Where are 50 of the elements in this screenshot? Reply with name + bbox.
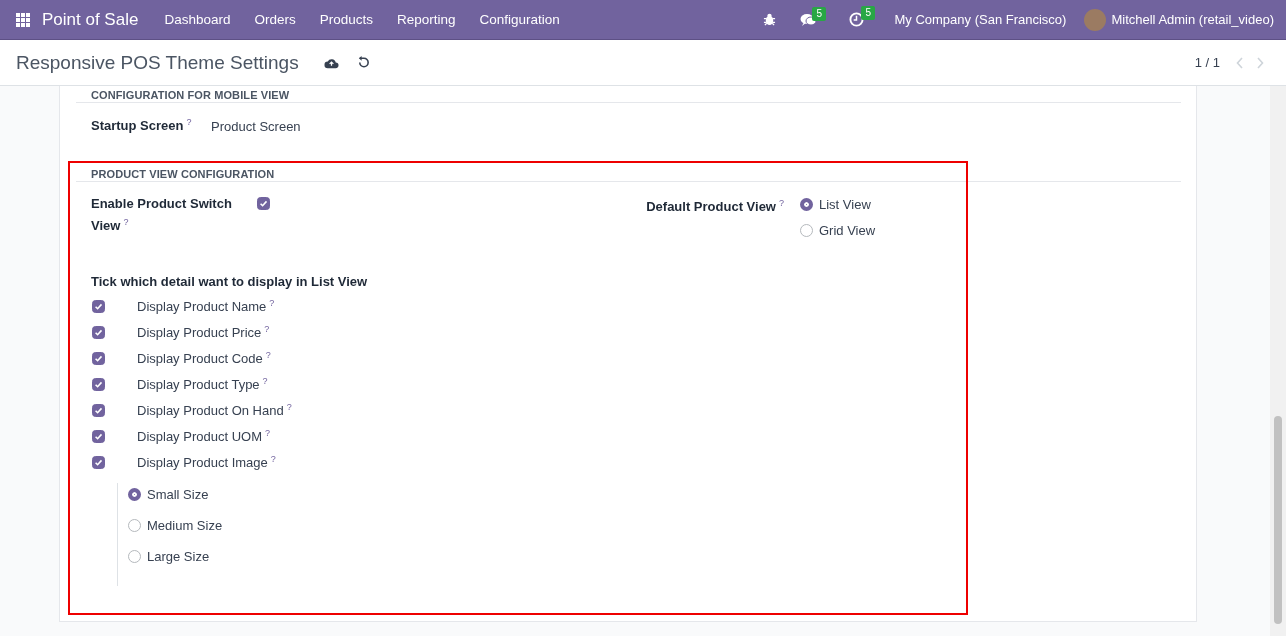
menu-item[interactable]: Orders	[242, 12, 308, 27]
checkbox[interactable]	[92, 455, 105, 469]
bug-icon[interactable]	[763, 13, 777, 26]
user-menu[interactable]: Mitchell Admin (retail_video)	[1111, 12, 1274, 27]
list-view-heading: Tick which detail want to display in List View	[91, 274, 368, 289]
radio-label[interactable]: List View	[819, 197, 871, 212]
undo-icon[interactable]	[356, 56, 370, 69]
checkbox-label[interactable]: Display Product Image $^{?}$	[137, 453, 276, 471]
checkbox[interactable]	[92, 351, 105, 365]
menu-item[interactable]: Reporting	[385, 12, 468, 27]
field-label: Default Product View $^{?}$	[645, 197, 785, 217]
checkbox-label[interactable]: Display Product Code $^{?}$	[137, 349, 271, 367]
apps-menu-icon[interactable]	[16, 12, 30, 27]
radio-label[interactable]: Small Size	[147, 487, 209, 502]
page-title: Responsive POS Theme Settings	[16, 51, 299, 74]
field-label: Enable Product Switch View $^{?}$	[91, 195, 233, 236]
menu-item[interactable]: Dashboard	[152, 12, 243, 27]
checkbox[interactable]	[92, 429, 105, 443]
section-heading: CONFIGURATION FOR MOBILE VIEW	[76, 86, 1181, 103]
radio-button[interactable]	[800, 224, 813, 237]
checkbox-label[interactable]: Display Product On Hand $^{?}$	[137, 401, 292, 419]
checkbox-label[interactable]: Display Product Price $^{?}$	[137, 323, 270, 341]
section-heading: PRODUCT VIEW CONFIGURATION	[76, 165, 1181, 182]
checkbox-label[interactable]: Display Product UOM $^{?}$	[137, 427, 270, 445]
clock-icon[interactable]	[849, 12, 865, 27]
radio-label[interactable]: Grid View	[819, 223, 876, 238]
checkbox[interactable]	[92, 299, 105, 313]
radio-button[interactable]	[800, 198, 813, 211]
radio-label[interactable]: Medium Size	[147, 518, 223, 533]
radio-button[interactable]	[128, 519, 141, 532]
field-label: Startup Screen $^{?}$	[91, 117, 193, 136]
checkbox-label[interactable]: Display Product Name $^{?}$	[137, 297, 275, 315]
radio-label[interactable]: Large Size	[147, 549, 210, 564]
cloud-upload-icon[interactable]	[323, 56, 339, 69]
radio-button[interactable]	[128, 550, 141, 563]
radio-button[interactable]	[128, 488, 141, 501]
checkbox[interactable]	[257, 197, 270, 210]
activity-count-badge: 5	[861, 6, 876, 20]
company-switcher[interactable]: My Company (San Francisco)	[894, 12, 1067, 27]
message-count-badge: 5	[812, 6, 827, 21]
menu-item[interactable]: Configuration	[467, 12, 572, 27]
app-name[interactable]: Point of Sale	[42, 9, 139, 30]
checkbox[interactable]	[92, 377, 105, 391]
checkbox[interactable]	[92, 325, 105, 339]
menu-item[interactable]: Products	[307, 12, 385, 27]
checkbox-label[interactable]: Display Product Type $^{?}$	[137, 375, 268, 393]
pager-value: 1 / 1	[1194, 55, 1220, 70]
checkbox[interactable]	[92, 403, 105, 417]
field-value[interactable]: Product Screen	[211, 117, 301, 165]
scrollbar[interactable]	[1270, 86, 1286, 636]
